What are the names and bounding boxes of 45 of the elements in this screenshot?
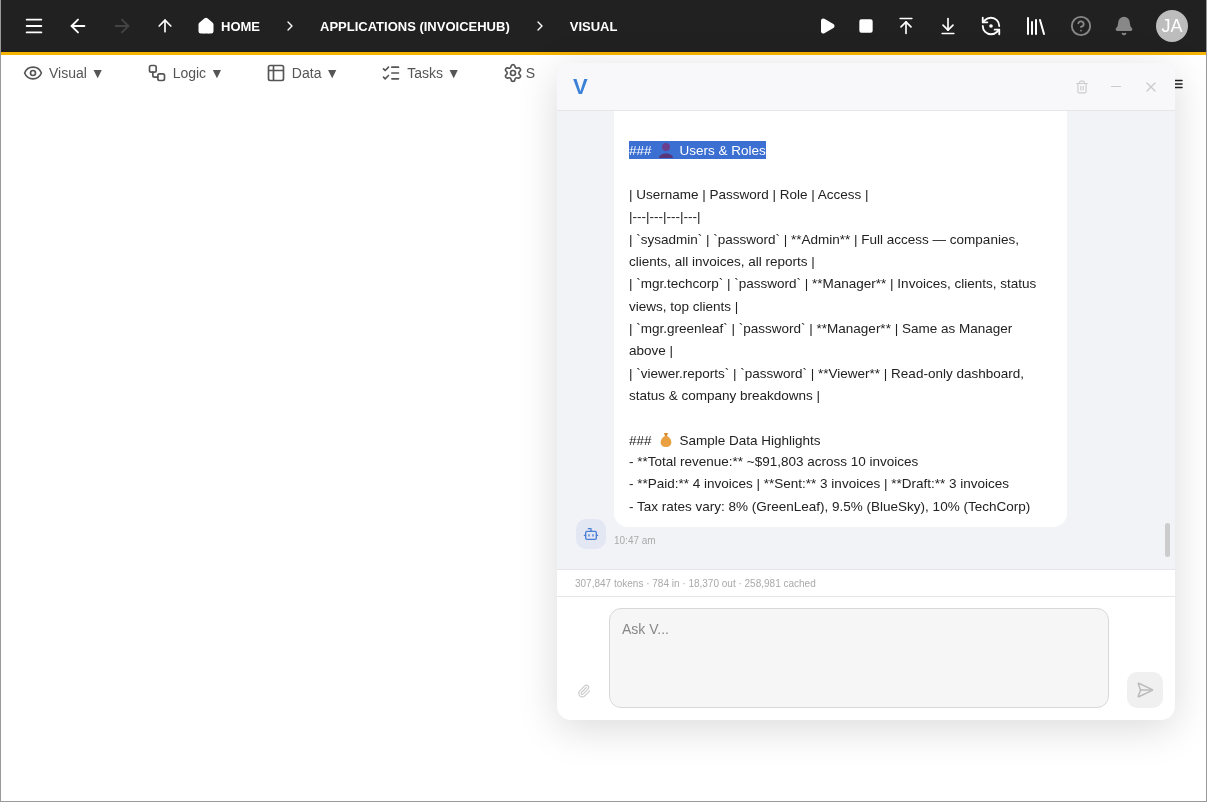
message-input[interactable]: Ask V... <box>609 608 1110 708</box>
message-line: | `sysadmin` | `password` | **Admin** | Full access — companies, clients, all invoices, all reports | <box>629 230 1020 272</box>
message-line: - **Total revenue:** ~$91,803 across 10 invoices <box>629 453 920 472</box>
message-line: | `viewer.reports` | `password` | **Viewer** | Read-only dashboard, status & company breakdowns | <box>629 364 1025 405</box>
help-button[interactable] <box>1070 15 1092 37</box>
heading-title: Users & Roles <box>679 141 766 160</box>
message-time: 10:47 am <box>614 535 656 546</box>
workflow-icon <box>146 63 167 83</box>
person-icon <box>658 143 673 159</box>
app-logo: V <box>573 73 588 100</box>
message-line: - **Paid:** 4 invoices | **Sent:** 3 invoices | **Draft:** 3 invoices <box>629 475 1010 494</box>
menu-item[interactable]: S <box>502 63 536 83</box>
sync-button[interactable] <box>980 15 1002 37</box>
checklist-icon <box>381 63 402 83</box>
token-usage: 307,847 tokens · 784 in · 18,370 out · 258,981 cached <box>557 569 1175 597</box>
library-button[interactable] <box>1024 14 1048 38</box>
breadcrumb-link[interactable]: APPLICATIONS (INVOICEHUB) <box>320 18 510 34</box>
send-icon <box>1136 681 1155 699</box>
menu-item[interactable]: Visual ▼ <box>23 63 105 83</box>
upload-button[interactable] <box>896 16 916 36</box>
message-line: | Username | Password | Role | Access | <box>629 186 870 205</box>
minimize-icon <box>1111 85 1121 88</box>
menu-item[interactable]: Tasks ▼ <box>381 63 461 83</box>
menu-item[interactable]: Data ▼ <box>265 63 340 83</box>
message-line: - Tax rates vary: 8% (GreenLeaf), 9.5% (BlueSky), 10% (TechCorp) <box>629 497 1032 516</box>
breadcrumb-link[interactable]: VISUAL <box>569 18 618 34</box>
table-icon <box>265 63 286 83</box>
heading-title: Sample Data Highlights <box>679 431 821 450</box>
heading-marker: ### <box>629 141 658 160</box>
download-button[interactable] <box>938 16 958 36</box>
gear-icon <box>502 63 523 83</box>
notifications-button[interactable] <box>1114 16 1134 36</box>
scrollbar-thumb[interactable] <box>1165 523 1170 557</box>
message-line: | `mgr.greenleaf` | `password` | **Manager** | Same as Manager above | <box>629 319 1014 361</box>
message-line: | `mgr.techcorp` | `password` | **Manager** | Invoices, clients, status views, top clients | <box>629 275 1038 316</box>
message-line: |---|---|---|---| <box>629 208 702 227</box>
bot-avatar <box>576 519 606 549</box>
stop-button[interactable] <box>858 18 874 34</box>
play-button[interactable] <box>818 17 836 35</box>
breadcrumb-link[interactable]: HOME <box>197 17 260 35</box>
menu-item[interactable]: Logic ▼ <box>146 63 224 83</box>
money-bag-icon <box>660 433 671 448</box>
heading-marker: ### <box>629 431 653 450</box>
eye-icon <box>23 63 43 83</box>
home-icon <box>197 17 215 35</box>
